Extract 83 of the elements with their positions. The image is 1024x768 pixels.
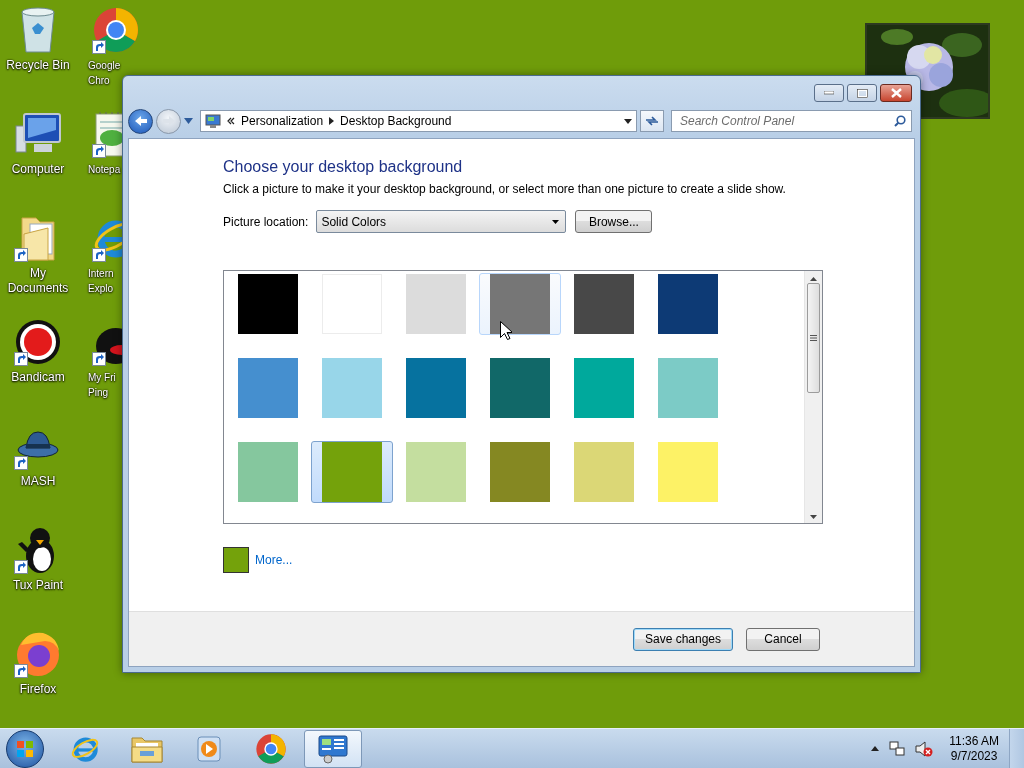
chevron-right-icon	[329, 117, 335, 125]
windows-logo-icon	[16, 739, 34, 758]
history-dropdown-icon[interactable]	[184, 118, 193, 124]
back-button[interactable]	[128, 108, 153, 134]
folder-icon	[20, 214, 56, 262]
page-heading: Choose your desktop background	[223, 157, 464, 177]
color-swatch[interactable]	[322, 358, 382, 418]
start-button[interactable]	[6, 729, 44, 768]
icon-label: Intern Explo	[88, 267, 115, 296]
clock[interactable]: 11:36 AM 9/7/2023	[949, 733, 999, 764]
record-icon	[14, 318, 62, 366]
maximize-button[interactable]	[847, 84, 877, 102]
color-swatch[interactable]	[574, 274, 634, 334]
clock-time: 11:36 AM	[949, 733, 999, 749]
swatch-option[interactable]	[479, 273, 561, 335]
show-desktop-button[interactable]	[1009, 728, 1024, 768]
icon-label: Recycle Bin	[5, 58, 71, 73]
folder-icon	[131, 734, 163, 763]
grip-icon	[810, 335, 817, 341]
back-arrow-icon	[133, 115, 148, 127]
color-swatch[interactable]	[406, 442, 466, 502]
color-swatch[interactable]	[658, 442, 718, 502]
computer-icon	[14, 112, 62, 156]
scrollbar-thumb[interactable]	[807, 283, 820, 393]
icon-label: Google Chro	[88, 59, 121, 88]
cancel-button[interactable]: Cancel	[746, 627, 820, 651]
muted-speaker-icon[interactable]	[915, 740, 934, 757]
scroll-down-icon[interactable]	[810, 515, 817, 519]
refresh-icon	[645, 115, 659, 127]
mouse-pointer-icon	[500, 321, 512, 340]
color-swatch[interactable]	[490, 358, 550, 418]
dropdown-arrow-icon	[624, 118, 632, 124]
color-swatch[interactable]	[238, 442, 298, 502]
icon-label: My Documents	[6, 266, 70, 296]
refresh-button[interactable]	[640, 110, 664, 132]
save-button[interactable]: Save changes	[633, 627, 733, 651]
chrome-icon	[255, 732, 287, 765]
icon-label: My Fri Ping	[88, 371, 117, 400]
breadcrumb-link[interactable]: Desktop Background	[340, 114, 452, 128]
firefox-icon	[15, 631, 61, 677]
minimize-button[interactable]	[814, 84, 844, 102]
dropdown-arrow-icon	[552, 219, 560, 224]
control-panel-icon	[317, 733, 349, 764]
restore-icon	[856, 88, 868, 98]
icon-label: Bandicam	[10, 370, 66, 385]
icon-label: Computer	[10, 162, 66, 177]
double-chevron-icon	[227, 117, 235, 125]
swatch-option[interactable]	[311, 441, 393, 503]
picture-location-dropdown[interactable]: Solid Colors	[316, 210, 567, 233]
breadcrumb-link[interactable]: Personalization	[241, 114, 324, 128]
field-label: Picture location:	[223, 214, 309, 229]
color-swatch[interactable]	[406, 358, 466, 418]
search-field[interactable]: Search Control Panel	[671, 110, 912, 132]
close-icon	[890, 88, 902, 98]
color-swatch[interactable]	[406, 274, 466, 334]
address-bar[interactable]: Personalization Desktop Background	[200, 110, 637, 132]
color-swatch[interactable]	[490, 442, 550, 502]
icon-label: MASH	[19, 474, 57, 489]
scrollbar[interactable]	[804, 271, 822, 523]
color-swatch[interactable]	[658, 274, 718, 334]
icon-label: Tux Paint	[11, 578, 65, 593]
search-icon	[894, 115, 906, 127]
media-player-icon	[196, 734, 222, 763]
recycle-bin-icon	[18, 6, 58, 54]
icon-label: Notepa	[88, 163, 121, 177]
instructions-text: Click a picture to make it your desktop background, or select more than one picture to create a slide show.	[223, 182, 787, 196]
icon-label: Firefox	[18, 682, 58, 697]
close-button[interactable]	[880, 84, 912, 102]
minimize-icon	[824, 91, 834, 95]
network-icon[interactable]	[889, 740, 906, 757]
color-swatch[interactable]	[238, 274, 298, 334]
browse-button[interactable]: Browse...	[575, 210, 653, 233]
more-link[interactable]: More...	[255, 553, 293, 567]
color-swatch[interactable]	[574, 358, 634, 418]
clock-date: 9/7/2023	[950, 748, 998, 764]
chrome-icon	[92, 6, 140, 54]
scroll-up-icon[interactable]	[810, 277, 817, 281]
control-panel-icon	[205, 113, 221, 129]
taskbar-button[interactable]	[304, 729, 362, 768]
show-hidden-icons-arrow-icon[interactable]	[871, 746, 880, 751]
color-swatch[interactable]	[658, 358, 718, 418]
color-swatch[interactable]	[574, 442, 634, 502]
color-swatch[interactable]	[238, 358, 298, 418]
